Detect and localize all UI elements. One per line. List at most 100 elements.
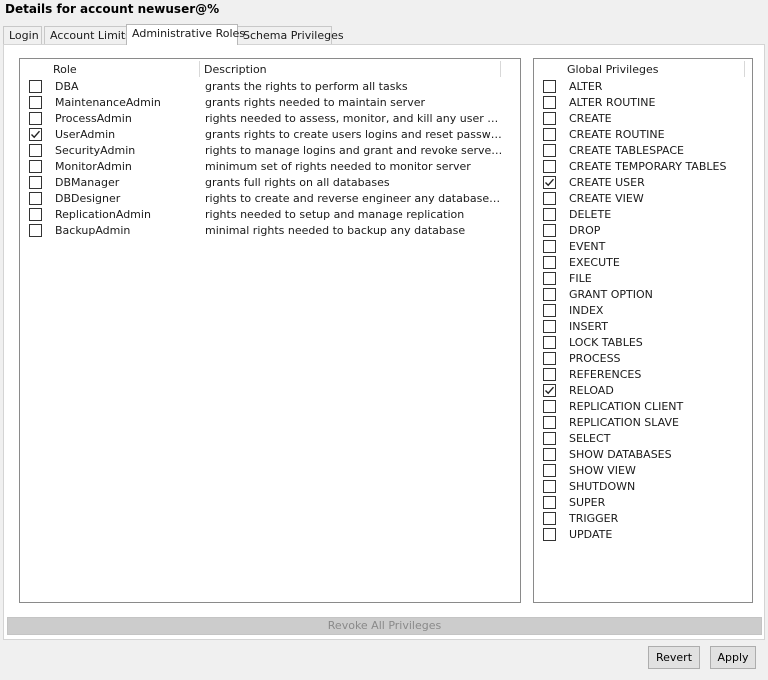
checkbox[interactable]	[543, 432, 556, 445]
checkbox[interactable]	[543, 448, 556, 461]
tab-account-limits[interactable]: Account Limits	[44, 26, 131, 45]
checkbox[interactable]	[543, 384, 556, 397]
role-row[interactable]: DBA grants the rights to perform all task…	[20, 79, 520, 95]
role-row[interactable]: BackupAdmin minimal rights needed to back…	[20, 223, 520, 239]
role-column-header[interactable]: Role	[53, 61, 77, 79]
privilege-row[interactable]: LOCK TABLES	[534, 335, 752, 351]
checkbox[interactable]	[543, 512, 556, 525]
privilege-row[interactable]: UPDATE	[534, 527, 752, 543]
checkbox[interactable]	[543, 96, 556, 109]
privilege-row[interactable]: INSERT	[534, 319, 752, 335]
privilege-row[interactable]: SHOW VIEW	[534, 463, 752, 479]
tab-panel: Role Description DBA grants the rights to…	[3, 44, 765, 640]
privilege-row[interactable]: GRANT OPTION	[534, 287, 752, 303]
checkbox[interactable]	[29, 192, 42, 205]
privilege-row[interactable]: DROP	[534, 223, 752, 239]
global-privileges-column-header[interactable]: Global Privileges	[567, 61, 658, 79]
checkbox[interactable]	[29, 112, 42, 125]
privilege-row[interactable]: CREATE TABLESPACE	[534, 143, 752, 159]
checkbox[interactable]	[29, 80, 42, 93]
privilege-row[interactable]: ALTER ROUTINE	[534, 95, 752, 111]
privilege-row[interactable]: SHOW DATABASES	[534, 447, 752, 463]
privilege-row[interactable]: CREATE ROUTINE	[534, 127, 752, 143]
checkbox[interactable]	[543, 112, 556, 125]
checkbox[interactable]	[543, 528, 556, 541]
checkbox[interactable]	[543, 240, 556, 253]
checkbox[interactable]	[543, 160, 556, 173]
checkbox[interactable]	[543, 480, 556, 493]
checkbox[interactable]	[29, 208, 42, 221]
privilege-row[interactable]: FILE	[534, 271, 752, 287]
roles-list[interactable]: Role Description DBA grants the rights to…	[19, 58, 521, 603]
revoke-all-privileges-button[interactable]: Revoke All Privileges	[7, 617, 762, 635]
checkbox[interactable]	[29, 176, 42, 189]
description-column-header[interactable]: Description	[204, 61, 267, 79]
role-row[interactable]: DBManager grants full rights on all datab…	[20, 175, 520, 191]
role-row[interactable]: UserAdmin grants rights to create users l…	[20, 127, 520, 143]
privilege-row[interactable]: EXECUTE	[534, 255, 752, 271]
role-description: rights to manage logins and grant and re…	[205, 144, 503, 157]
checkbox[interactable]	[543, 352, 556, 365]
privilege-name: CREATE TABLESPACE	[569, 144, 685, 157]
role-row[interactable]: MaintenanceAdmin grants rights needed to …	[20, 95, 520, 111]
checkbox[interactable]	[543, 368, 556, 381]
privilege-row[interactable]: SUPER	[534, 495, 752, 511]
checkbox[interactable]	[543, 256, 556, 269]
checkbox[interactable]	[543, 496, 556, 509]
privilege-row[interactable]: CREATE VIEW	[534, 191, 752, 207]
checkbox[interactable]	[543, 320, 556, 333]
checkbox[interactable]	[543, 400, 556, 413]
role-row[interactable]: DBDesigner rights to create and reverse e…	[20, 191, 520, 207]
privilege-name: INDEX	[569, 304, 604, 317]
role-row[interactable]: SecurityAdmin rights to manage logins and…	[20, 143, 520, 159]
checkbox[interactable]	[543, 80, 556, 93]
role-description: grants rights to create users logins and…	[205, 128, 503, 141]
checkbox[interactable]	[543, 176, 556, 189]
checkbox[interactable]	[543, 304, 556, 317]
checkbox[interactable]	[543, 144, 556, 157]
privilege-row[interactable]: RELOAD	[534, 383, 752, 399]
privilege-name: SHOW DATABASES	[569, 448, 672, 461]
tab-login[interactable]: Login	[3, 26, 42, 45]
checkbox[interactable]	[543, 336, 556, 349]
checkbox[interactable]	[29, 144, 42, 157]
role-row[interactable]: MonitorAdmin minimum set of rights needed…	[20, 159, 520, 175]
role-row[interactable]: ReplicationAdmin rights needed to setup a…	[20, 207, 520, 223]
privilege-row[interactable]: SHUTDOWN	[534, 479, 752, 495]
privilege-row[interactable]: ALTER	[534, 79, 752, 95]
tab-schema-privileges[interactable]: Schema Privileges	[237, 26, 344, 45]
privilege-row[interactable]: DELETE	[534, 207, 752, 223]
privilege-row[interactable]: CREATE TEMPORARY TABLES	[534, 159, 752, 175]
privilege-row[interactable]: SELECT	[534, 431, 752, 447]
checkbox[interactable]	[543, 208, 556, 221]
checkbox[interactable]	[29, 224, 42, 237]
role-name: UserAdmin	[55, 128, 116, 141]
global-privileges-list[interactable]: Global Privileges ALTER ALTER ROUTINE CREA…	[533, 58, 753, 603]
privilege-row[interactable]: PROCESS	[534, 351, 752, 367]
privilege-row[interactable]: CREATE USER	[534, 175, 752, 191]
checkmark-icon	[545, 178, 555, 187]
privilege-row[interactable]: EVENT	[534, 239, 752, 255]
tab-administrative-roles[interactable]: Administrative Roles	[126, 24, 245, 45]
apply-button[interactable]: Apply	[710, 646, 756, 669]
checkbox[interactable]	[29, 128, 42, 141]
privilege-row[interactable]: REFERENCES	[534, 367, 752, 383]
revert-button[interactable]: Revert	[648, 646, 700, 669]
privilege-row[interactable]: REPLICATION SLAVE	[534, 415, 752, 431]
checkbox[interactable]	[543, 464, 556, 477]
checkbox[interactable]	[543, 416, 556, 429]
role-row[interactable]: ProcessAdmin rights needed to assess, mon…	[20, 111, 520, 127]
privilege-row[interactable]: TRIGGER	[534, 511, 752, 527]
checkbox[interactable]	[543, 192, 556, 205]
privilege-row[interactable]: CREATE	[534, 111, 752, 127]
checkbox[interactable]	[543, 272, 556, 285]
checkbox[interactable]	[543, 128, 556, 141]
checkbox[interactable]	[543, 288, 556, 301]
privilege-name: PROCESS	[569, 352, 621, 365]
checkbox[interactable]	[543, 224, 556, 237]
privilege-row[interactable]: REPLICATION CLIENT	[534, 399, 752, 415]
role-name: DBA	[55, 80, 79, 93]
checkbox[interactable]	[29, 160, 42, 173]
checkbox[interactable]	[29, 96, 42, 109]
privilege-row[interactable]: INDEX	[534, 303, 752, 319]
